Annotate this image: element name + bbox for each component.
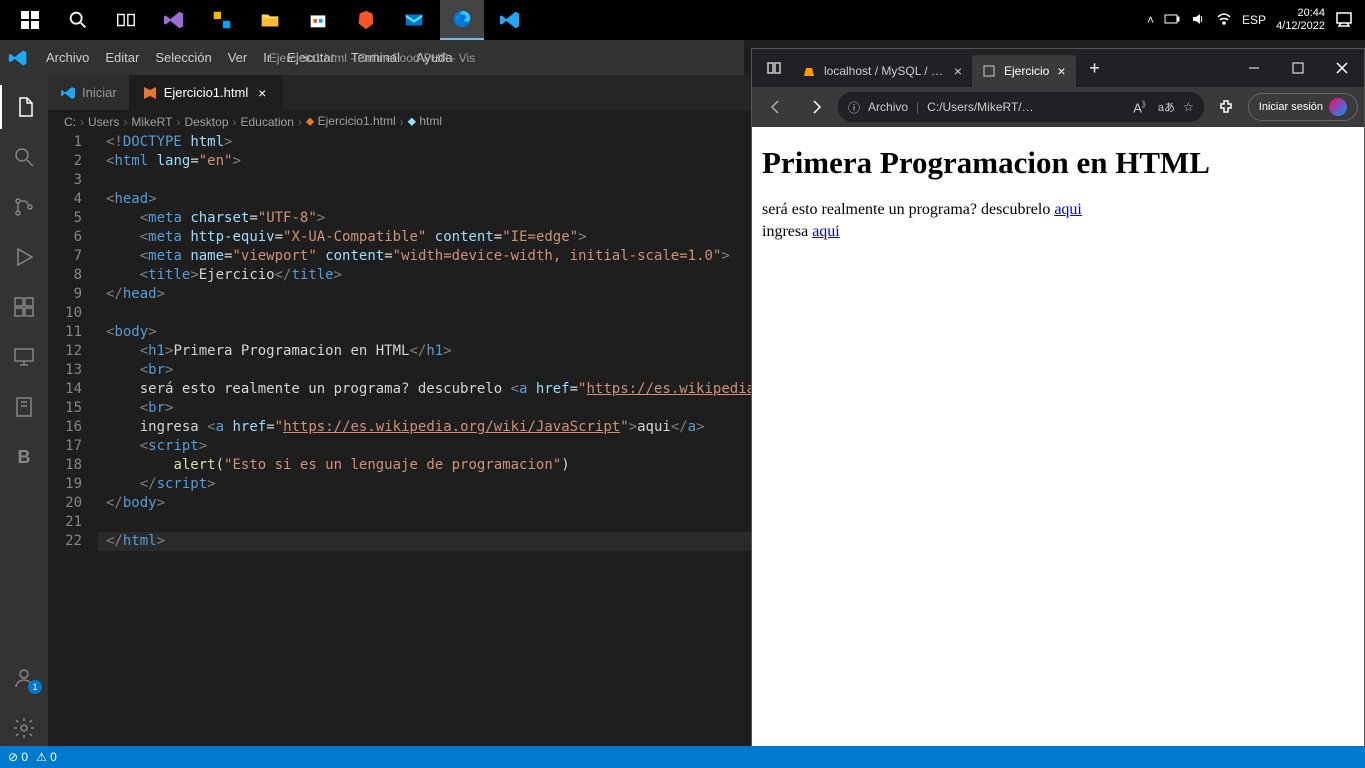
close-button[interactable] (1320, 50, 1364, 86)
menu-selección[interactable]: Selección (147, 46, 219, 69)
editor-tab[interactable]: Ejercicio1.html× (130, 75, 284, 110)
menu-editar[interactable]: Editar (97, 46, 147, 69)
taskbar-edge-icon[interactable] (440, 0, 484, 40)
vscode-window-title: Ejercicio1.html - OnlineFood-PHP - Vis (269, 51, 475, 65)
editor-tabs: IniciarEjercicio1.html× (48, 75, 797, 110)
translate-icon[interactable]: aあ (1158, 99, 1175, 115)
tray-wifi-icon[interactable] (1216, 11, 1232, 30)
reader-icon[interactable]: A》 (1133, 99, 1150, 115)
vscode-titlebar: ArchivoEditarSelecciónVerIrEjecutarTermi… (0, 40, 744, 75)
address-bar[interactable]: ⓘ Archivo | C:/Users/MikeRT/… A》 aあ ☆ (838, 92, 1204, 122)
tray-notifications-icon[interactable] (1335, 10, 1353, 31)
activity-bar: B 1 (0, 75, 48, 750)
page-text-1: será esto realmente un programa? descubr… (762, 201, 1054, 218)
page-link-2[interactable]: aqui (812, 223, 840, 240)
settings-gear-icon[interactable] (0, 706, 48, 750)
tray-volume-icon[interactable] (1190, 11, 1206, 30)
taskbar-mail-icon[interactable] (392, 0, 436, 40)
tray-battery-icon[interactable] (1164, 13, 1180, 28)
search-icon[interactable] (0, 135, 48, 179)
breadcrumb[interactable]: C:›Users›MikeRT›Desktop›Education›⬥ Ejer… (48, 110, 797, 133)
taskbar-app-icon[interactable] (200, 0, 244, 40)
avatar-icon (1329, 98, 1347, 116)
task-view-button[interactable] (104, 0, 148, 40)
run-debug-icon[interactable] (0, 235, 48, 279)
back-button[interactable] (758, 89, 794, 125)
info-icon: ⓘ (848, 99, 860, 116)
windows-taskbar: ˄ ESP 20:44 4/12/2022 (0, 0, 1365, 40)
breadcrumb-item[interactable]: Users (88, 115, 119, 129)
edge-tab-actions-icon[interactable] (756, 50, 792, 86)
edge-window: localhost / MySQL / onlinef…×Ejercicio× … (751, 48, 1365, 750)
close-icon[interactable]: × (254, 85, 270, 101)
sign-in-button[interactable]: Iniciar sesión (1248, 93, 1358, 121)
extensions-icon[interactable] (0, 285, 48, 329)
favorite-icon[interactable]: ☆ (1183, 100, 1194, 114)
tray-clock[interactable]: 20:44 4/12/2022 (1276, 7, 1325, 33)
taskbar-vs-icon[interactable] (152, 0, 196, 40)
breadcrumb-item[interactable]: Desktop (184, 115, 228, 129)
menu-ver[interactable]: Ver (220, 46, 256, 69)
browser-tab[interactable]: localhost / MySQL / onlinef…× (792, 55, 972, 87)
bold-icon[interactable]: B (0, 435, 48, 479)
forward-button[interactable] (798, 89, 834, 125)
tray-language[interactable]: ESP (1242, 13, 1266, 27)
vscode-logo-icon (8, 48, 28, 68)
editor-area: IniciarEjercicio1.html× C:›Users›MikeRT›… (48, 75, 797, 750)
status-warnings[interactable]: ⚠ 0 (36, 750, 57, 764)
breadcrumb-item[interactable]: C: (64, 115, 76, 129)
extensions-icon[interactable] (1208, 89, 1244, 125)
page-heading: Primera Programacion en HTML (762, 145, 1354, 181)
close-icon[interactable]: × (954, 63, 962, 79)
code-editor[interactable]: 12345678910111213141516171819202122 <!DO… (48, 133, 797, 750)
address-label: Archivo (868, 100, 908, 114)
source-control-icon[interactable] (0, 185, 48, 229)
account-icon[interactable]: 1 (0, 656, 48, 700)
browser-tab[interactable]: Ejercicio× (972, 55, 1076, 87)
remote-icon[interactable] (0, 335, 48, 379)
breadcrumb-item[interactable]: Education (241, 115, 294, 129)
bookmark-icon[interactable] (0, 385, 48, 429)
new-tab-button[interactable]: + (1080, 58, 1110, 79)
taskbar-store-icon[interactable] (296, 0, 340, 40)
search-button[interactable] (56, 0, 100, 40)
tray-chevron-icon[interactable]: ˄ (1147, 13, 1154, 27)
start-button[interactable] (8, 0, 52, 40)
page-text-2: ingresa (762, 223, 812, 240)
address-path: C:/Users/MikeRT/… (927, 100, 1125, 114)
page-content: Primera Programacion en HTML será esto r… (752, 127, 1364, 749)
editor-tab[interactable]: Iniciar (48, 75, 130, 110)
taskbar-brave-icon[interactable] (344, 0, 388, 40)
status-errors[interactable]: ⊘ 0 (8, 750, 28, 764)
breadcrumb-item[interactable]: MikeRT (131, 115, 172, 129)
taskbar-vscode-icon[interactable] (488, 0, 532, 40)
breadcrumb-item[interactable]: ⬥ Ejercicio1.html (306, 114, 396, 129)
explorer-icon[interactable] (0, 85, 48, 129)
menu-archivo[interactable]: Archivo (38, 46, 97, 69)
taskbar-explorer-icon[interactable] (248, 0, 292, 40)
minimize-button[interactable] (1232, 50, 1276, 86)
page-link-1[interactable]: aqui (1054, 201, 1082, 218)
maximize-button[interactable] (1276, 50, 1320, 86)
breadcrumb-item[interactable]: ⬥ html (408, 114, 442, 129)
vscode-window: ArchivoEditarSelecciónVerIrEjecutarTermi… (0, 40, 744, 750)
close-icon[interactable]: × (1057, 63, 1065, 79)
vscode-statusbar: ⊘ 0 ⚠ 0 (0, 746, 1365, 768)
